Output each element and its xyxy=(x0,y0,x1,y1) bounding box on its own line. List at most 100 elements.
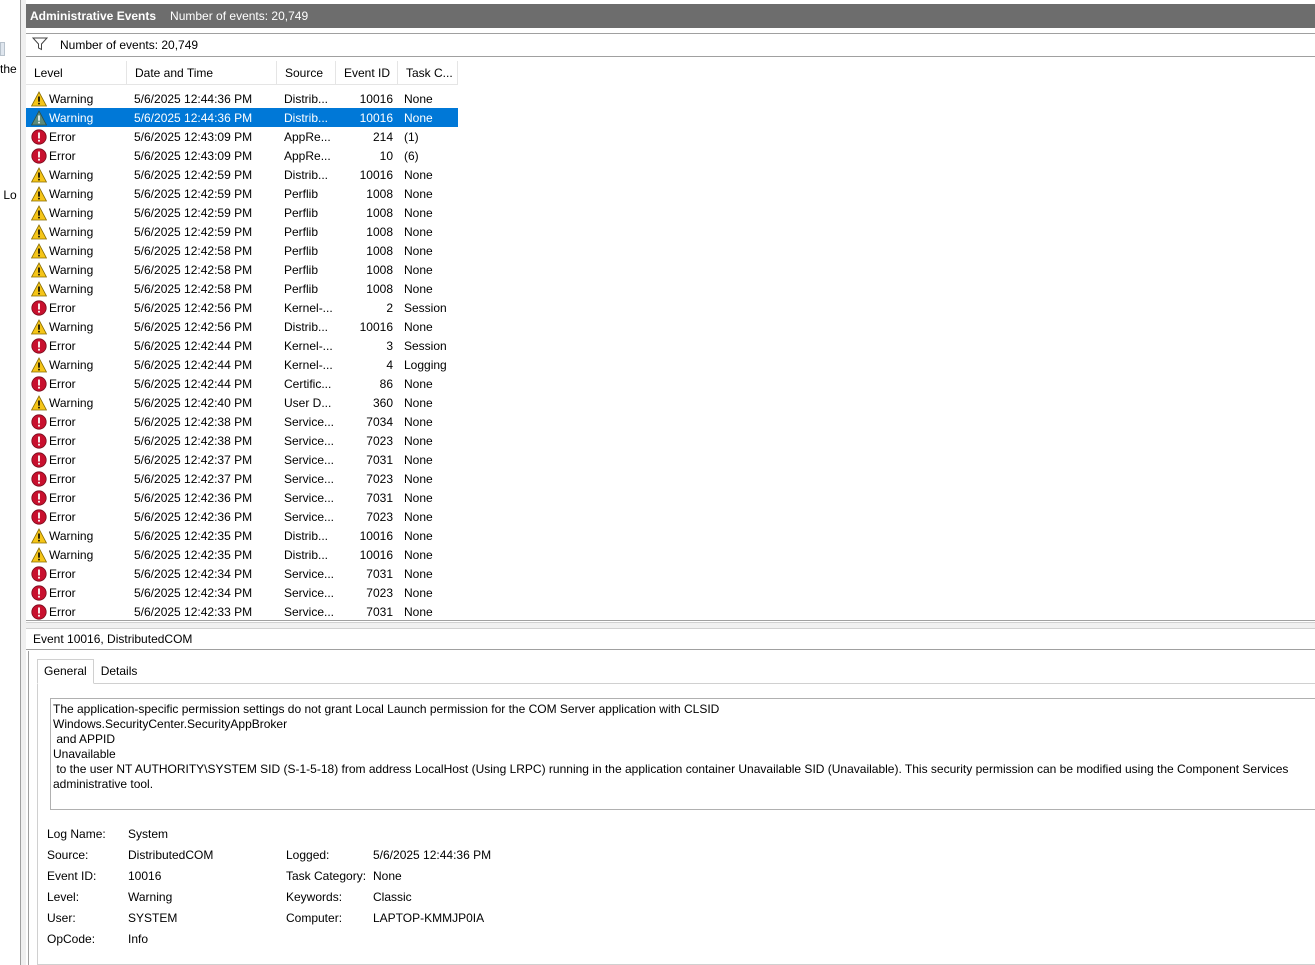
column-header-level[interactable]: Level xyxy=(26,61,127,85)
date-cell: 5/6/2025 12:42:38 PM xyxy=(134,433,253,448)
table-row[interactable]: Warning 5/6/2025 12:42:59 PM Perflib 1008 No… xyxy=(26,184,458,203)
horizontal-splitter[interactable] xyxy=(26,622,1315,629)
task-category-cell: None xyxy=(404,509,433,524)
table-row[interactable]: Warning 5/6/2025 12:42:56 PM Distrib... 100… xyxy=(26,317,458,336)
table-row[interactable]: Error 5/6/2025 12:42:44 PM Certific... 86 No… xyxy=(26,374,458,393)
level-text: Error xyxy=(49,452,76,467)
event-id-value[interactable]: 10016 xyxy=(128,869,161,883)
event-id-cell: 1008 xyxy=(366,224,393,239)
warning-icon xyxy=(30,318,48,335)
task-category-cell: None xyxy=(404,547,433,562)
level-cell: Warning xyxy=(26,280,127,297)
date-cell: 5/6/2025 12:42:37 PM xyxy=(134,452,253,467)
table-row[interactable]: Warning 5/6/2025 12:42:59 PM Distrib... 100… xyxy=(26,165,458,184)
source-cell: Kernel-... xyxy=(284,338,333,353)
opcode-value[interactable]: Info xyxy=(128,932,148,946)
date-cell: 5/6/2025 12:42:59 PM xyxy=(134,167,253,182)
filter-icon[interactable] xyxy=(31,37,49,54)
table-row[interactable]: Error 5/6/2025 12:42:37 PM Service... 7031 N… xyxy=(26,450,458,469)
level-text: Warning xyxy=(49,262,94,277)
table-row[interactable]: Warning 5/6/2025 12:42:35 PM Distrib... 100… xyxy=(26,545,458,564)
keywords-value[interactable]: Classic xyxy=(373,890,412,904)
date-cell: 5/6/2025 12:42:59 PM xyxy=(134,186,253,201)
event-id-cell: 7023 xyxy=(366,433,393,448)
computer-value[interactable]: LAPTOP-KMMJP0IA xyxy=(373,911,484,925)
source-cell: Distrib... xyxy=(284,319,329,334)
level-cell: Error xyxy=(26,299,127,316)
column-header-event-id[interactable]: Event ID xyxy=(336,61,398,85)
table-row[interactable]: Error 5/6/2025 12:42:36 PM Service... 7031 N… xyxy=(26,488,458,507)
table-row[interactable]: Warning 5/6/2025 12:42:58 PM Perflib 1008 No… xyxy=(26,260,458,279)
source-cell: AppRe... xyxy=(284,148,331,163)
level-text: Error xyxy=(49,566,76,581)
level-text: Warning xyxy=(49,319,94,334)
date-cell: 5/6/2025 12:44:36 PM xyxy=(134,110,253,125)
task-category-cell: None xyxy=(404,490,433,505)
warning-icon xyxy=(30,185,48,202)
table-row[interactable]: Warning 5/6/2025 12:42:40 PM User D... 360 N… xyxy=(26,393,458,412)
level-cell: Error xyxy=(26,128,127,145)
table-row[interactable]: Error 5/6/2025 12:42:56 PM Kernel-... 2 Sess… xyxy=(26,298,458,317)
task-category-cell: None xyxy=(404,471,433,486)
source-cell: Distrib... xyxy=(284,91,329,106)
navigation-tree-pane[interactable]: the s Lo xyxy=(0,0,21,965)
level-value[interactable]: Warning xyxy=(128,890,172,904)
level-text: Warning xyxy=(49,243,94,258)
date-cell: 5/6/2025 12:42:40 PM xyxy=(134,395,253,410)
table-row[interactable]: Warning 5/6/2025 12:42:58 PM Perflib 1008 No… xyxy=(26,241,458,260)
event-id-cell: 1008 xyxy=(366,262,393,277)
table-row[interactable]: Warning 5/6/2025 12:44:36 PM Distrib... 100… xyxy=(26,108,458,127)
level-cell: Error xyxy=(26,337,127,354)
task-category-cell: None xyxy=(404,167,433,182)
level-cell: Error xyxy=(26,432,127,449)
error-icon xyxy=(31,603,47,620)
tree-item-fragment[interactable]: the xyxy=(0,62,17,76)
event-id-cell: 7023 xyxy=(366,585,393,600)
warning-icon xyxy=(30,109,48,126)
source-value[interactable]: DistributedCOM xyxy=(128,848,213,862)
level-cell: Warning xyxy=(26,109,127,126)
table-row[interactable]: Error 5/6/2025 12:42:33 PM Service... 7031 N… xyxy=(26,602,458,620)
source-cell: Distrib... xyxy=(284,528,329,543)
level-label: Level: xyxy=(47,890,80,904)
level-text: Warning xyxy=(49,528,94,543)
tab-details[interactable]: Details xyxy=(94,659,145,683)
table-row[interactable]: Error 5/6/2025 12:42:34 PM Service... 7023 N… xyxy=(26,583,458,602)
level-text: Warning xyxy=(49,205,94,220)
view-title-bar: Administrative Events Number of events: … xyxy=(26,4,1315,28)
user-value[interactable]: SYSTEM xyxy=(128,911,177,925)
table-row[interactable]: Error 5/6/2025 12:42:36 PM Service... 7023 N… xyxy=(26,507,458,526)
table-row[interactable]: Warning 5/6/2025 12:44:36 PM Distrib... 100… xyxy=(26,89,458,108)
table-row[interactable]: Error 5/6/2025 12:43:09 PM AppRe... 214 (1) xyxy=(26,127,458,146)
table-row[interactable]: Error 5/6/2025 12:42:37 PM Service... 7023 N… xyxy=(26,469,458,488)
column-header-task-category[interactable]: Task C... xyxy=(398,61,458,85)
event-list[interactable]: Level Date and Time Source Event ID Task… xyxy=(26,61,1315,621)
table-row[interactable]: Error 5/6/2025 12:42:38 PM Service... 7023 N… xyxy=(26,431,458,450)
task-category-cell: None xyxy=(404,528,433,543)
logged-value[interactable]: 5/6/2025 12:44:36 PM xyxy=(373,848,491,862)
column-header-source[interactable]: Source xyxy=(277,61,336,85)
source-cell: Distrib... xyxy=(284,547,329,562)
event-id-cell: 1008 xyxy=(366,281,393,296)
task-category-value[interactable]: None xyxy=(373,869,402,883)
table-row[interactable]: Error 5/6/2025 12:42:34 PM Service... 7031 N… xyxy=(26,564,458,583)
column-header-date[interactable]: Date and Time xyxy=(127,61,277,85)
table-row[interactable]: Warning 5/6/2025 12:42:59 PM Perflib 1008 No… xyxy=(26,203,458,222)
log-name-value[interactable]: System xyxy=(128,827,168,841)
task-category-cell: None xyxy=(404,452,433,467)
table-row[interactable]: Warning 5/6/2025 12:42:58 PM Perflib 1008 No… xyxy=(26,279,458,298)
warning-icon xyxy=(30,204,48,221)
tab-general[interactable]: General xyxy=(37,659,94,684)
table-row[interactable]: Error 5/6/2025 12:43:09 PM AppRe... 10 (6) xyxy=(26,146,458,165)
date-cell: 5/6/2025 12:42:34 PM xyxy=(134,585,253,600)
warning-icon xyxy=(30,546,48,563)
table-row[interactable]: Warning 5/6/2025 12:42:35 PM Distrib... 100… xyxy=(26,526,458,545)
table-row[interactable]: Error 5/6/2025 12:42:44 PM Kernel-... 3 Sess… xyxy=(26,336,458,355)
event-description[interactable]: The application-specific permission sett… xyxy=(50,698,1315,810)
event-detail-pane: General Details The application-specific… xyxy=(28,651,1315,965)
table-row[interactable]: Warning 5/6/2025 12:42:59 PM Perflib 1008 No… xyxy=(26,222,458,241)
table-row[interactable]: Error 5/6/2025 12:42:38 PM Service... 7034 N… xyxy=(26,412,458,431)
main-pane: Administrative Events Number of events: … xyxy=(26,4,1315,965)
table-row[interactable]: Warning 5/6/2025 12:42:44 PM Kernel-... 4 Lo… xyxy=(26,355,458,374)
tree-item-fragment[interactable]: s Lo xyxy=(0,188,17,202)
